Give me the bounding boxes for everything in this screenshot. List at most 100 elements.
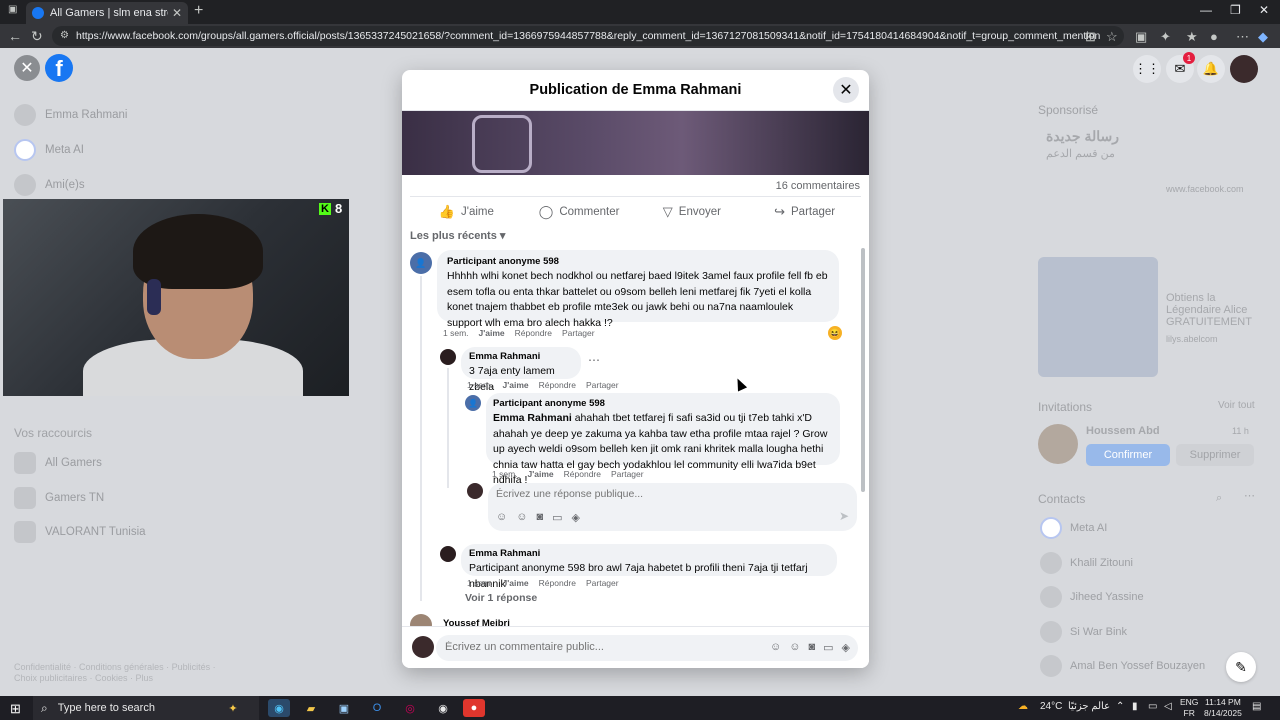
sticker-icon[interactable]: ◈ xyxy=(842,641,850,654)
camera-icon[interactable]: ◙ xyxy=(808,641,815,654)
notifications-icon[interactable]: ▤ xyxy=(1252,701,1261,712)
share-button[interactable]: ↪ Partager xyxy=(748,197,861,226)
outlook-icon[interactable]: O xyxy=(366,699,388,717)
send-button[interactable]: ▽ Envoyer xyxy=(636,197,749,226)
ad2-title[interactable]: Obtiens la Légendaire Alice GRATUITEMENT xyxy=(1166,292,1256,328)
like-link[interactable]: J'aime xyxy=(479,328,505,338)
taskbar-clock[interactable]: 11:14 PM 8/14/2025 xyxy=(1204,697,1242,719)
reply-link[interactable]: Répondre xyxy=(539,578,576,588)
volume-icon[interactable]: ◁ xyxy=(1164,701,1172,712)
new-message-icon[interactable]: ✎ xyxy=(1226,652,1256,682)
share-link[interactable]: Partager xyxy=(586,578,619,588)
recorder-icon[interactable]: ● xyxy=(463,699,485,717)
scrollbar[interactable] xyxy=(861,248,865,492)
sticker-icon[interactable]: ◈ xyxy=(572,511,580,524)
ad2-site[interactable]: lilys.abelcom xyxy=(1166,334,1218,344)
avatar[interactable]: 👤 xyxy=(465,395,481,411)
search-contacts-icon[interactable]: ⌕ xyxy=(1216,492,1222,505)
app-tray-icon[interactable]: ▮ xyxy=(1132,701,1138,712)
footer-links[interactable]: Confidentialité · Conditions générales ·… xyxy=(14,662,216,672)
like-link[interactable]: J'aime xyxy=(503,578,529,588)
menu-grid-icon[interactable]: ⋮⋮ xyxy=(1133,55,1161,83)
like-link[interactable]: J'aime xyxy=(503,380,529,390)
like-link[interactable]: J'aime xyxy=(528,469,554,479)
windows-start-icon[interactable]: ⊞ xyxy=(10,701,21,717)
comments-count[interactable]: 16 commentaires xyxy=(776,180,860,192)
reply-link[interactable]: Répondre xyxy=(515,328,552,338)
ad-title[interactable]: رسالة جديدة xyxy=(1046,128,1119,145)
edge-browser-icon[interactable]: ◉ xyxy=(268,699,290,717)
share-link[interactable]: Partager xyxy=(562,328,595,338)
left-item-meta-ai[interactable]: Meta AI xyxy=(14,139,84,161)
post-image[interactable] xyxy=(402,111,869,175)
app-icon[interactable]: ◎ xyxy=(399,699,421,717)
install-app-icon[interactable]: ⊞ xyxy=(1085,29,1096,45)
contact-item[interactable]: Si War Bink xyxy=(1040,621,1127,643)
copilot-sparkle-icon[interactable]: ✦ xyxy=(222,699,244,717)
close-viewer-icon[interactable]: ✕ xyxy=(14,55,40,81)
contact-item[interactable]: Khalil Zitouni xyxy=(1040,552,1133,574)
gif-icon[interactable]: ▭ xyxy=(823,641,833,654)
emoji-icon[interactable]: ☺ xyxy=(789,641,800,654)
extension-icon[interactable]: ▣ xyxy=(1135,29,1147,45)
footer-links[interactable]: Choix publicitaires · Cookies · Plus xyxy=(14,673,153,683)
avatar[interactable] xyxy=(1038,424,1078,464)
see-all-link[interactable]: Voir tout xyxy=(1218,400,1255,411)
comment-sort-dropdown[interactable]: Les plus récents ▾ xyxy=(410,229,505,242)
copilot-icon[interactable]: ◆ xyxy=(1258,29,1268,45)
back-icon[interactable]: ← xyxy=(8,28,22,44)
like-button[interactable]: 👍 J'aime xyxy=(410,197,523,226)
share-link[interactable]: Partager xyxy=(611,469,644,479)
language-indicator[interactable]: ENG FR xyxy=(1180,697,1198,719)
contact-item[interactable]: Meta AI xyxy=(1040,517,1107,539)
comment-input[interactable] xyxy=(445,641,745,653)
emoji-icon[interactable]: ☺ xyxy=(516,511,527,524)
comment-button[interactable]: ◯ Commenter xyxy=(523,197,636,226)
comment-author[interactable]: Emma Rahmani xyxy=(469,351,573,362)
weather-icon[interactable]: ☁ xyxy=(1018,701,1028,712)
menu-dots-icon[interactable]: ⋯ xyxy=(1236,29,1249,45)
avatar-sticker-icon[interactable]: ☺ xyxy=(496,511,507,524)
extensions-puzzle-icon[interactable]: ✦ xyxy=(1160,29,1171,45)
mention-tag[interactable]: Emma Rahmani xyxy=(493,412,572,424)
avatar[interactable] xyxy=(467,483,483,499)
obs-icon[interactable]: ◉ xyxy=(432,699,454,717)
camera-icon[interactable]: ◙ xyxy=(536,511,543,524)
delete-button[interactable]: Supprimer xyxy=(1176,444,1254,466)
comment-time[interactable]: 1 sem. xyxy=(443,328,469,338)
tab-list-icon[interactable]: ▣ xyxy=(8,4,17,15)
comment-author[interactable]: Participant anonyme 598 xyxy=(493,398,833,409)
minimize-icon[interactable]: — xyxy=(1200,3,1212,17)
account-avatar[interactable] xyxy=(1230,55,1258,83)
file-explorer-icon[interactable]: ▰ xyxy=(300,699,322,717)
comment-author[interactable]: Emma Rahmani xyxy=(469,548,829,559)
close-window-icon[interactable]: ✕ xyxy=(1259,3,1269,17)
close-modal-icon[interactable]: ✕ xyxy=(833,77,859,103)
left-item-friends[interactable]: Ami(e)s xyxy=(14,174,85,196)
avatar-sticker-icon[interactable]: ☺ xyxy=(770,641,781,654)
network-icon[interactable]: ▭ xyxy=(1148,701,1157,712)
site-info-icon[interactable]: ⚙ xyxy=(60,30,69,41)
avatar[interactable] xyxy=(440,546,456,562)
send-reply-icon[interactable]: ➤ xyxy=(839,509,849,523)
profile-icon[interactable]: ● xyxy=(1210,29,1218,44)
bookmark-star-icon[interactable]: ☆ xyxy=(1106,29,1118,45)
maximize-icon[interactable]: ❐ xyxy=(1230,3,1241,17)
confirm-button[interactable]: Confirmer xyxy=(1086,444,1170,466)
store-icon[interactable]: ▣ xyxy=(333,699,355,717)
reply-input[interactable] xyxy=(496,488,816,500)
haha-reaction-icon[interactable]: 😆 xyxy=(828,326,842,340)
show-hidden-icons[interactable]: ⌃ xyxy=(1116,701,1124,712)
weather-temp[interactable]: 24°C xyxy=(1040,701,1062,712)
gif-icon[interactable]: ▭ xyxy=(552,511,562,524)
ad-image[interactable] xyxy=(1038,257,1158,377)
contact-item[interactable]: Amal Ben Yossef Bouzayen xyxy=(1040,655,1205,677)
comment-time[interactable]: 1 sem. xyxy=(492,469,518,479)
see-replies-link[interactable]: Voir 1 réponse xyxy=(465,592,537,604)
inviter-name[interactable]: Houssem Abd xyxy=(1086,425,1160,437)
shortcut-valorant[interactable]: VALORANT Tunisia xyxy=(14,521,146,543)
new-tab-icon[interactable]: + xyxy=(194,2,203,20)
close-tab-icon[interactable]: ✕ xyxy=(172,6,182,20)
reload-icon[interactable]: ↻ xyxy=(31,28,43,45)
shortcut-gamers-tn[interactable]: Gamers TN xyxy=(14,487,104,509)
